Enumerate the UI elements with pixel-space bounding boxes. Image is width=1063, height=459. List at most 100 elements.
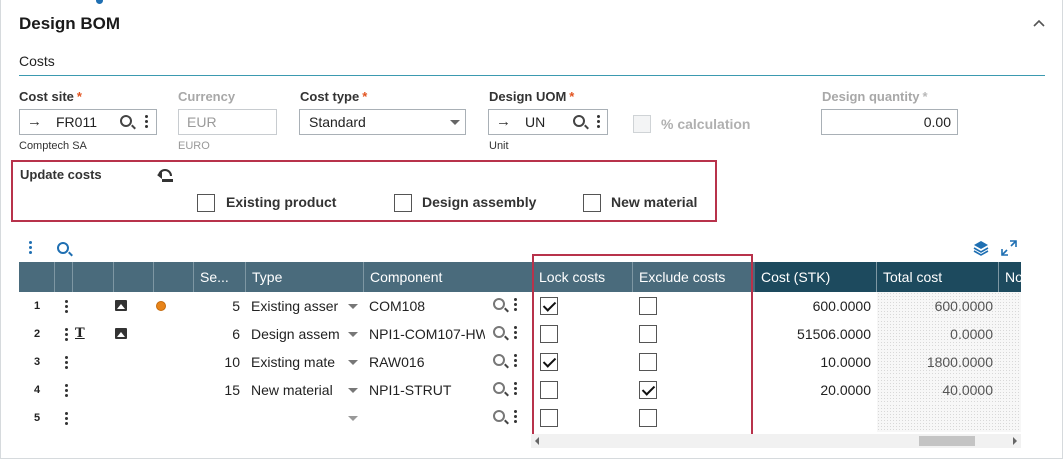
type-cell[interactable]: Design assem <box>246 320 364 348</box>
cost-stk-cell[interactable]: 10.0000 <box>755 348 877 376</box>
update-costs-highlight <box>11 160 717 222</box>
component-cell[interactable]: COM108 <box>364 292 533 320</box>
currency-label: Currency <box>178 89 236 104</box>
component-cell[interactable]: NPI1-COM107-HW <box>364 320 533 348</box>
more-vertical-icon[interactable] <box>29 241 33 256</box>
more-vertical-icon[interactable] <box>145 115 149 130</box>
header-actions <box>55 262 73 292</box>
header-total-cost[interactable]: Total cost <box>877 262 999 292</box>
header-text <box>73 262 114 292</box>
grid-header-numeric: Cost (STK) Total cost No <box>755 262 1021 292</box>
more-vertical-icon[interactable] <box>514 382 518 397</box>
sequence-cell[interactable]: 10 <box>194 348 246 376</box>
caret-down-icon[interactable] <box>348 388 358 393</box>
cost-grid: Se... Type Component Lock costs Exclude … <box>19 262 1021 450</box>
search-icon[interactable] <box>57 242 69 254</box>
cost-stk-cell[interactable]: 20.0000 <box>755 376 877 404</box>
sequence-cell[interactable] <box>194 404 246 432</box>
scroll-right-icon[interactable] <box>1013 437 1017 445</box>
table-row[interactable]: 4 15 New material NPI1-STRUT 20.0000 40.0000 <box>19 376 1021 404</box>
search-icon[interactable] <box>493 382 505 394</box>
table-row[interactable]: 3 10 Existing mate RAW016 10.0000 1800.0000 <box>19 348 1021 376</box>
more-vertical-icon[interactable] <box>597 115 601 130</box>
design-quantity-input[interactable]: 0.00 <box>821 109 958 135</box>
design-assembly-label: Design assembly <box>422 194 537 210</box>
no-cell <box>999 404 1021 432</box>
arrow-right-icon[interactable]: → <box>27 113 42 130</box>
search-icon[interactable] <box>493 354 505 366</box>
chevron-up-icon[interactable] <box>1029 15 1049 35</box>
more-vertical-icon[interactable] <box>65 384 69 399</box>
expand-icon[interactable] <box>1001 240 1017 256</box>
scroll-left-icon[interactable] <box>535 437 539 445</box>
component-cell[interactable]: RAW016 <box>364 348 533 376</box>
cost-stk-cell[interactable] <box>755 404 877 432</box>
image-icon[interactable] <box>115 300 127 311</box>
total-cost-cell <box>877 404 999 432</box>
no-cell <box>999 376 1021 404</box>
currency-value: EUR <box>187 114 217 130</box>
caret-down-icon[interactable] <box>348 304 358 309</box>
component-cell[interactable] <box>364 404 533 432</box>
sequence-cell[interactable]: 15 <box>194 376 246 404</box>
existing-product-checkbox[interactable] <box>197 194 215 212</box>
cost-stk-cell[interactable]: 51506.0000 <box>755 320 877 348</box>
search-icon[interactable] <box>120 115 132 127</box>
component-value: NPI1-STRUT <box>369 382 452 398</box>
pct-calculation-label: % calculation <box>661 116 751 132</box>
search-icon[interactable] <box>493 326 505 338</box>
table-row[interactable]: 2 T 6 Design assem NPI1-COM107-HW 51506.0000 0… <box>19 320 1021 348</box>
new-material-checkbox[interactable] <box>583 194 601 212</box>
no-cell <box>999 292 1021 320</box>
sequence-cell[interactable]: 6 <box>194 320 246 348</box>
table-row[interactable]: 1 5 Existing asser COM108 600.0000 600.0000 <box>19 292 1021 320</box>
header-type[interactable]: Type <box>246 262 364 292</box>
horizontal-scrollbar[interactable] <box>531 434 1021 448</box>
more-vertical-icon[interactable] <box>65 356 69 371</box>
header-component[interactable]: Component <box>364 262 533 292</box>
component-value: RAW016 <box>369 354 425 370</box>
more-vertical-icon[interactable] <box>514 326 518 341</box>
scrollbar-thumb[interactable] <box>919 436 975 446</box>
undo-update-icon[interactable] <box>156 168 174 186</box>
cost-stk-cell[interactable]: 600.0000 <box>755 292 877 320</box>
type-value: Existing asser <box>251 298 339 314</box>
table-row[interactable]: 5 <box>19 404 1021 432</box>
type-cell[interactable] <box>246 404 364 432</box>
caret-down-icon[interactable] <box>348 332 358 337</box>
header-sequence[interactable]: Se... <box>194 262 246 292</box>
type-cell[interactable]: New material <box>246 376 364 404</box>
more-vertical-icon[interactable] <box>65 412 69 427</box>
caret-down-icon[interactable] <box>450 120 460 125</box>
cost-site-description: Comptech SA <box>19 140 87 152</box>
text-icon[interactable]: T <box>75 326 85 341</box>
design-uom-field[interactable]: → UN <box>488 109 608 135</box>
design-assembly-checkbox[interactable] <box>394 194 412 212</box>
search-icon[interactable] <box>493 410 505 422</box>
sequence-cell[interactable]: 5 <box>194 292 246 320</box>
costs-subtitle: Costs <box>19 53 55 69</box>
subtitle-divider <box>19 75 1045 76</box>
component-cell[interactable]: NPI1-STRUT <box>364 376 533 404</box>
row-number: 3 <box>33 356 41 368</box>
image-icon[interactable] <box>115 328 127 339</box>
layers-icon[interactable] <box>973 240 989 256</box>
more-vertical-icon[interactable] <box>514 410 518 425</box>
caret-down-icon[interactable] <box>348 360 358 365</box>
header-no[interactable]: No <box>999 262 1021 292</box>
cost-site-field[interactable]: → FR011 <box>19 109 157 135</box>
search-icon[interactable] <box>493 298 505 310</box>
cost-type-select[interactable]: Standard <box>299 109 466 135</box>
search-icon[interactable] <box>573 115 585 127</box>
type-cell[interactable]: Existing asser <box>246 292 364 320</box>
type-cell[interactable]: Existing mate <box>246 348 364 376</box>
more-vertical-icon[interactable] <box>65 328 69 343</box>
type-value: Existing mate <box>251 354 336 370</box>
currency-description: EURO <box>178 140 210 152</box>
header-cost-stk[interactable]: Cost (STK) <box>755 262 877 292</box>
more-vertical-icon[interactable] <box>65 300 69 315</box>
caret-down-icon[interactable] <box>348 416 358 421</box>
arrow-right-icon[interactable]: → <box>496 113 511 130</box>
more-vertical-icon[interactable] <box>514 354 518 369</box>
more-vertical-icon[interactable] <box>514 298 518 313</box>
